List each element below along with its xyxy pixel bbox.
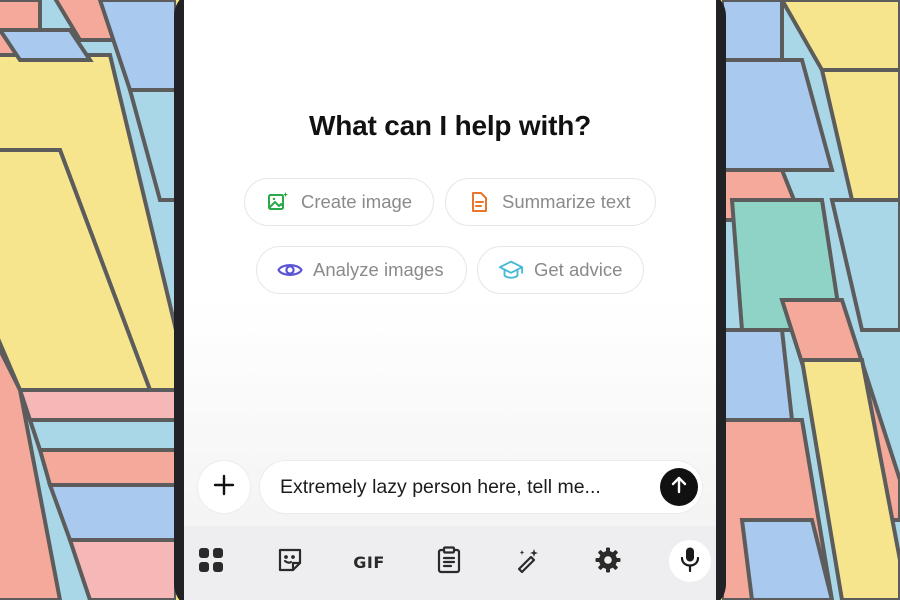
suggestion-label: Get advice bbox=[534, 259, 623, 280]
sticker-icon bbox=[277, 547, 303, 578]
gif-icon: GIF bbox=[353, 552, 385, 572]
message-input-text[interactable]: Extremely lazy person here, tell me... bbox=[280, 476, 601, 499]
send-button[interactable] bbox=[660, 468, 698, 506]
document-icon bbox=[466, 189, 492, 215]
suggestion-label: Create image bbox=[301, 191, 413, 212]
eye-icon bbox=[277, 257, 303, 283]
voice-input-button[interactable] bbox=[669, 540, 711, 582]
background-art-right bbox=[722, 0, 900, 600]
plus-icon bbox=[213, 474, 235, 501]
gear-icon bbox=[594, 546, 622, 579]
apps-grid-button[interactable] bbox=[192, 543, 230, 581]
magic-wand-button[interactable] bbox=[509, 543, 547, 581]
add-attachment-button[interactable] bbox=[198, 461, 250, 513]
microphone-icon bbox=[679, 546, 701, 577]
page-title: What can I help with? bbox=[308, 110, 592, 141]
background-art-left bbox=[0, 0, 176, 600]
suggestion-summarize-text[interactable]: Summarize text bbox=[445, 178, 656, 226]
apps-grid-icon bbox=[198, 547, 224, 578]
magic-wand-icon bbox=[514, 546, 542, 579]
suggestion-get-advice[interactable]: Get advice bbox=[477, 246, 644, 294]
suggestion-create-image[interactable]: Create image bbox=[244, 178, 434, 226]
suggestion-analyze-images[interactable]: Analyze images bbox=[256, 246, 467, 294]
suggestion-label: Analyze images bbox=[313, 259, 444, 280]
settings-button[interactable] bbox=[589, 543, 627, 581]
sticker-button[interactable] bbox=[271, 543, 309, 581]
gif-button[interactable]: GIF bbox=[350, 543, 388, 581]
chat-screen: What can I help with? Create image Summa… bbox=[184, 0, 716, 600]
graduation-cap-icon bbox=[498, 257, 524, 283]
keyboard-toolbar: GIF bbox=[184, 526, 716, 600]
message-input[interactable]: Extremely lazy person here, tell me... bbox=[260, 461, 702, 513]
clipboard-button[interactable] bbox=[430, 543, 468, 581]
suggestion-label: Summarize text bbox=[502, 191, 631, 212]
clipboard-icon bbox=[437, 545, 461, 579]
image-sparkle-icon bbox=[265, 189, 291, 215]
arrow-up-icon bbox=[669, 475, 689, 500]
